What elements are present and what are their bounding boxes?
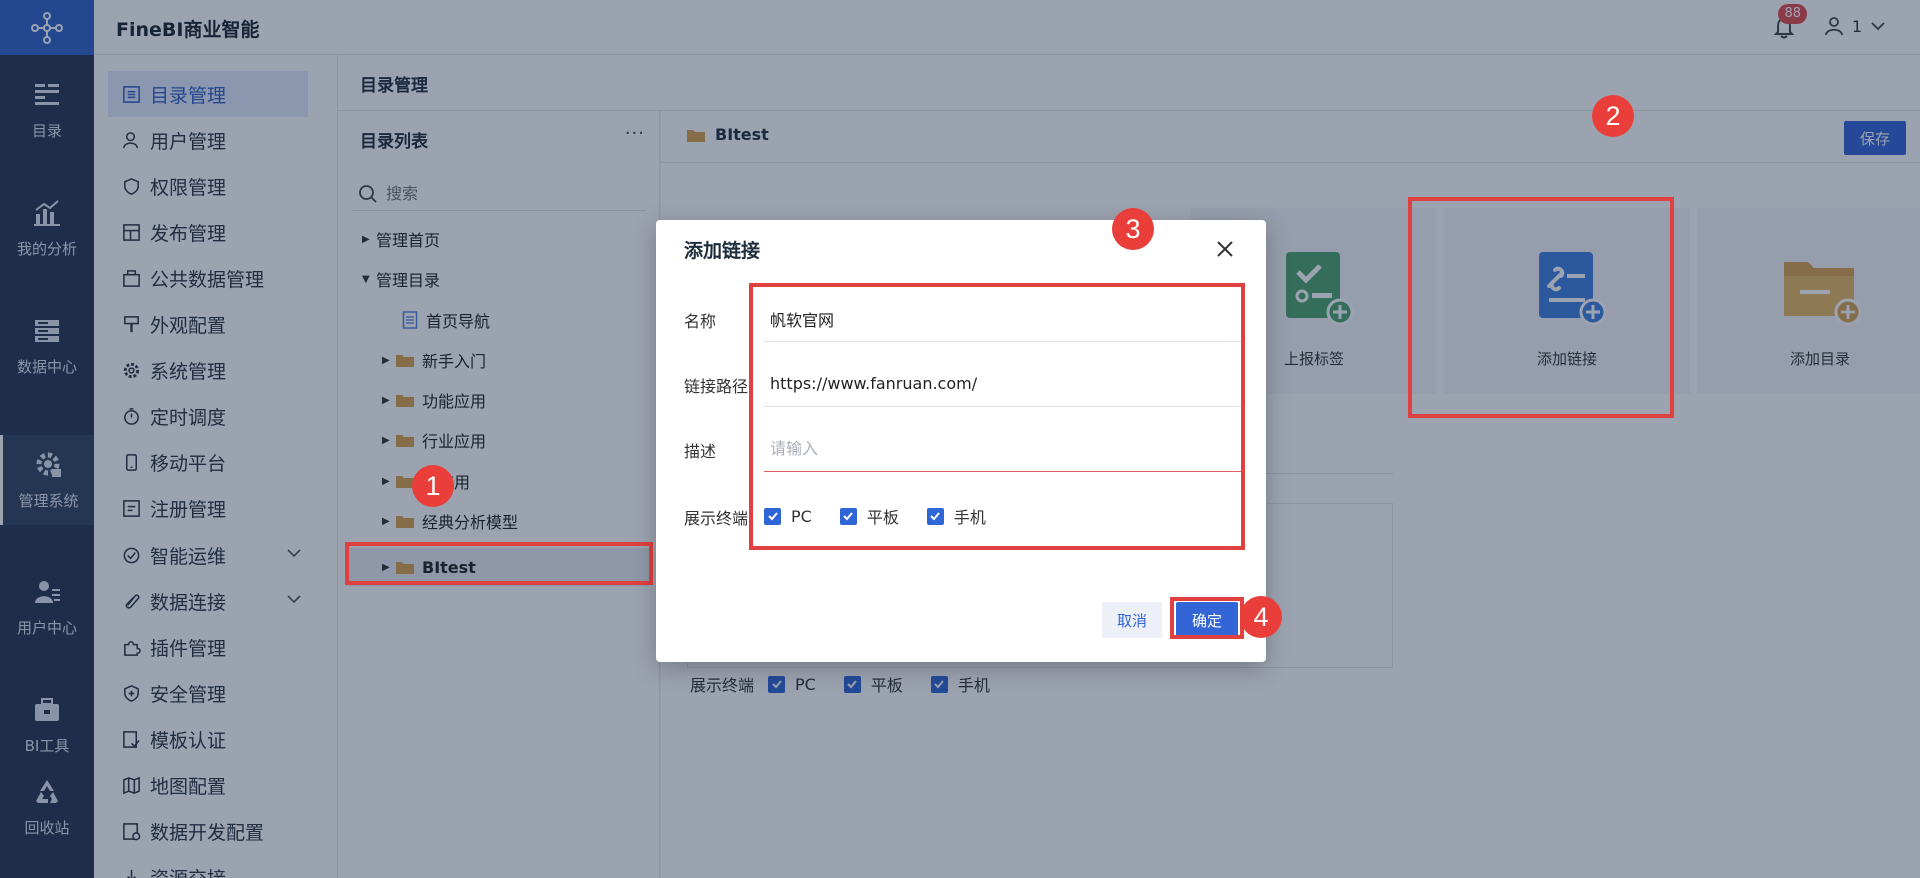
step-marker-4: 4 (1240, 596, 1282, 638)
highlight-add-link-card (1408, 197, 1674, 418)
cancel-button[interactable]: 取消 (1102, 602, 1162, 638)
dialog-title: 添加链接 (684, 240, 761, 262)
highlight-confirm-button (1170, 597, 1244, 639)
path-label: 链接路径 (684, 377, 749, 396)
highlight-tree-bitest (345, 542, 653, 585)
close-icon[interactable] (1212, 236, 1238, 262)
step-marker-3: 3 (1112, 208, 1154, 250)
name-label: 名称 (684, 312, 717, 331)
description-label: 描述 (684, 442, 717, 461)
step-marker-2: 2 (1592, 95, 1634, 137)
step-marker-1: 1 (412, 465, 454, 507)
highlight-form-fields (749, 283, 1245, 550)
terminal-label: 展示终端 (684, 509, 749, 528)
